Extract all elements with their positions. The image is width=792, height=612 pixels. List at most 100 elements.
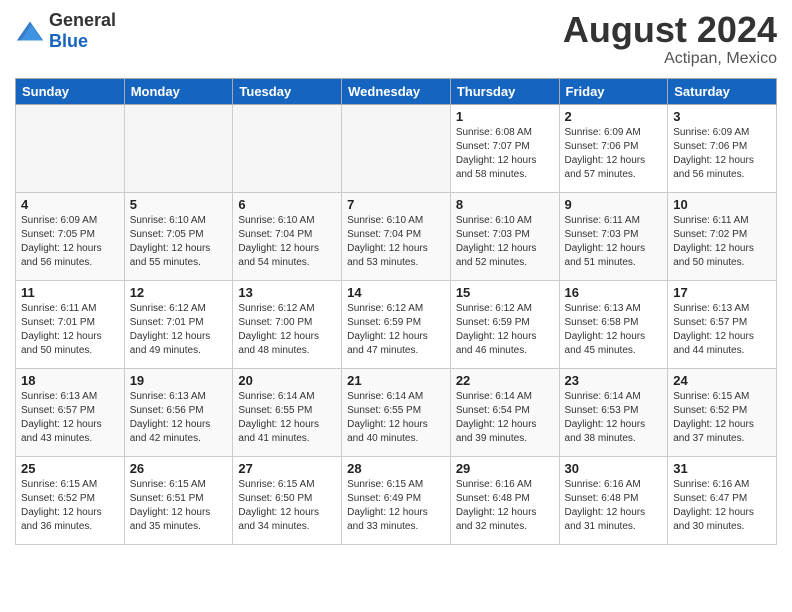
day-number: 16 <box>565 285 663 300</box>
day-cell-25: 25 Sunrise: 6:15 AM Sunset: 6:52 PM Dayli… <box>16 456 125 544</box>
location-subtitle: Actipan, Mexico <box>563 50 777 68</box>
weekday-header-saturday: Saturday <box>668 78 777 104</box>
general-blue-logo-icon <box>15 20 45 42</box>
day-info: Sunrise: 6:15 AM Sunset: 6:49 PM Dayligh… <box>347 478 445 534</box>
weekday-header-thursday: Thursday <box>450 78 559 104</box>
page-header: General Blue August 2024 Actipan, Mexico <box>15 10 777 68</box>
day-info: Sunrise: 6:14 AM Sunset: 6:55 PM Dayligh… <box>347 390 445 446</box>
day-info: Sunrise: 6:08 AM Sunset: 7:07 PM Dayligh… <box>456 126 554 182</box>
day-info: Sunrise: 6:12 AM Sunset: 7:01 PM Dayligh… <box>130 302 228 358</box>
empty-cell <box>16 104 125 192</box>
day-number: 18 <box>21 373 119 388</box>
day-number: 25 <box>21 461 119 476</box>
day-info: Sunrise: 6:13 AM Sunset: 6:58 PM Dayligh… <box>565 302 663 358</box>
day-cell-14: 14 Sunrise: 6:12 AM Sunset: 6:59 PM Dayli… <box>342 280 451 368</box>
day-cell-31: 31 Sunrise: 6:16 AM Sunset: 6:47 PM Dayli… <box>668 456 777 544</box>
week-row-2: 4 Sunrise: 6:09 AM Sunset: 7:05 PM Daylig… <box>16 192 777 280</box>
day-number: 21 <box>347 373 445 388</box>
day-number: 27 <box>238 461 336 476</box>
logo: General Blue <box>15 10 116 52</box>
day-cell-10: 10 Sunrise: 6:11 AM Sunset: 7:02 PM Dayli… <box>668 192 777 280</box>
day-number: 7 <box>347 197 445 212</box>
weekday-header-friday: Friday <box>559 78 668 104</box>
day-number: 11 <box>21 285 119 300</box>
week-row-5: 25 Sunrise: 6:15 AM Sunset: 6:52 PM Dayli… <box>16 456 777 544</box>
day-info: Sunrise: 6:12 AM Sunset: 6:59 PM Dayligh… <box>347 302 445 358</box>
day-cell-5: 5 Sunrise: 6:10 AM Sunset: 7:05 PM Daylig… <box>124 192 233 280</box>
day-number: 12 <box>130 285 228 300</box>
day-info: Sunrise: 6:09 AM Sunset: 7:06 PM Dayligh… <box>565 126 663 182</box>
day-number: 9 <box>565 197 663 212</box>
day-cell-27: 27 Sunrise: 6:15 AM Sunset: 6:50 PM Dayli… <box>233 456 342 544</box>
day-cell-26: 26 Sunrise: 6:15 AM Sunset: 6:51 PM Dayli… <box>124 456 233 544</box>
week-row-1: 1 Sunrise: 6:08 AM Sunset: 7:07 PM Daylig… <box>16 104 777 192</box>
day-cell-12: 12 Sunrise: 6:12 AM Sunset: 7:01 PM Dayli… <box>124 280 233 368</box>
day-info: Sunrise: 6:13 AM Sunset: 6:57 PM Dayligh… <box>673 302 771 358</box>
day-info: Sunrise: 6:12 AM Sunset: 6:59 PM Dayligh… <box>456 302 554 358</box>
day-info: Sunrise: 6:10 AM Sunset: 7:04 PM Dayligh… <box>347 214 445 270</box>
day-cell-28: 28Sunrise: 6:15 AM Sunset: 6:49 PM Dayli… <box>342 456 451 544</box>
day-cell-11: 11 Sunrise: 6:11 AM Sunset: 7:01 PM Dayli… <box>16 280 125 368</box>
weekday-header-monday: Monday <box>124 78 233 104</box>
day-info: Sunrise: 6:10 AM Sunset: 7:04 PM Dayligh… <box>238 214 336 270</box>
day-info: Sunrise: 6:15 AM Sunset: 6:51 PM Dayligh… <box>130 478 228 534</box>
day-info: Sunrise: 6:14 AM Sunset: 6:55 PM Dayligh… <box>238 390 336 446</box>
day-number: 6 <box>238 197 336 212</box>
day-cell-29: 29Sunrise: 6:16 AM Sunset: 6:48 PM Dayli… <box>450 456 559 544</box>
title-block: August 2024 Actipan, Mexico <box>563 10 777 68</box>
week-row-3: 11 Sunrise: 6:11 AM Sunset: 7:01 PM Dayli… <box>16 280 777 368</box>
day-cell-18: 18 Sunrise: 6:13 AM Sunset: 6:57 PM Dayli… <box>16 368 125 456</box>
empty-cell <box>342 104 451 192</box>
day-number: 10 <box>673 197 771 212</box>
day-number: 17 <box>673 285 771 300</box>
day-info: Sunrise: 6:09 AM Sunset: 7:06 PM Dayligh… <box>673 126 771 182</box>
day-number: 14 <box>347 285 445 300</box>
day-number: 30 <box>565 461 663 476</box>
weekday-header-row: SundayMondayTuesdayWednesdayThursdayFrid… <box>16 78 777 104</box>
day-cell-7: 7 Sunrise: 6:10 AM Sunset: 7:04 PM Daylig… <box>342 192 451 280</box>
day-number: 1 <box>456 109 554 124</box>
day-cell-6: 6 Sunrise: 6:10 AM Sunset: 7:04 PM Daylig… <box>233 192 342 280</box>
day-number: 5 <box>130 197 228 212</box>
day-number: 26 <box>130 461 228 476</box>
day-info: Sunrise: 6:10 AM Sunset: 7:03 PM Dayligh… <box>456 214 554 270</box>
day-cell-16: 16 Sunrise: 6:13 AM Sunset: 6:58 PM Dayli… <box>559 280 668 368</box>
day-number: 24 <box>673 373 771 388</box>
day-info: Sunrise: 6:12 AM Sunset: 7:00 PM Dayligh… <box>238 302 336 358</box>
week-row-4: 18 Sunrise: 6:13 AM Sunset: 6:57 PM Dayli… <box>16 368 777 456</box>
day-info: Sunrise: 6:14 AM Sunset: 6:54 PM Dayligh… <box>456 390 554 446</box>
day-number: 29 <box>456 461 554 476</box>
day-cell-21: 21 Sunrise: 6:14 AM Sunset: 6:55 PM Dayli… <box>342 368 451 456</box>
day-cell-30: 30Sunrise: 6:16 AM Sunset: 6:48 PM Dayli… <box>559 456 668 544</box>
day-cell-9: 9Sunrise: 6:11 AM Sunset: 7:03 PM Daylig… <box>559 192 668 280</box>
day-cell-1: 1 Sunrise: 6:08 AM Sunset: 7:07 PM Daylig… <box>450 104 559 192</box>
day-info: Sunrise: 6:11 AM Sunset: 7:01 PM Dayligh… <box>21 302 119 358</box>
day-cell-24: 24Sunrise: 6:15 AM Sunset: 6:52 PM Dayli… <box>668 368 777 456</box>
empty-cell <box>233 104 342 192</box>
day-cell-20: 20Sunrise: 6:14 AM Sunset: 6:55 PM Dayli… <box>233 368 342 456</box>
day-info: Sunrise: 6:16 AM Sunset: 6:47 PM Dayligh… <box>673 478 771 534</box>
day-cell-22: 22 Sunrise: 6:14 AM Sunset: 6:54 PM Dayli… <box>450 368 559 456</box>
logo-blue-text: Blue <box>49 31 88 51</box>
day-info: Sunrise: 6:15 AM Sunset: 6:52 PM Dayligh… <box>21 478 119 534</box>
day-cell-8: 8Sunrise: 6:10 AM Sunset: 7:03 PM Daylig… <box>450 192 559 280</box>
weekday-header-wednesday: Wednesday <box>342 78 451 104</box>
day-number: 19 <box>130 373 228 388</box>
day-info: Sunrise: 6:14 AM Sunset: 6:53 PM Dayligh… <box>565 390 663 446</box>
day-cell-17: 17 Sunrise: 6:13 AM Sunset: 6:57 PM Dayli… <box>668 280 777 368</box>
logo-general-text: General <box>49 10 116 30</box>
calendar-table: SundayMondayTuesdayWednesdayThursdayFrid… <box>15 78 777 545</box>
empty-cell <box>124 104 233 192</box>
day-cell-4: 4 Sunrise: 6:09 AM Sunset: 7:05 PM Daylig… <box>16 192 125 280</box>
day-info: Sunrise: 6:09 AM Sunset: 7:05 PM Dayligh… <box>21 214 119 270</box>
day-info: Sunrise: 6:10 AM Sunset: 7:05 PM Dayligh… <box>130 214 228 270</box>
day-number: 4 <box>21 197 119 212</box>
day-info: Sunrise: 6:13 AM Sunset: 6:57 PM Dayligh… <box>21 390 119 446</box>
day-cell-2: 2Sunrise: 6:09 AM Sunset: 7:06 PM Daylig… <box>559 104 668 192</box>
day-number: 3 <box>673 109 771 124</box>
day-info: Sunrise: 6:11 AM Sunset: 7:02 PM Dayligh… <box>673 214 771 270</box>
day-number: 22 <box>456 373 554 388</box>
day-info: Sunrise: 6:15 AM Sunset: 6:50 PM Dayligh… <box>238 478 336 534</box>
day-number: 23 <box>565 373 663 388</box>
day-number: 31 <box>673 461 771 476</box>
